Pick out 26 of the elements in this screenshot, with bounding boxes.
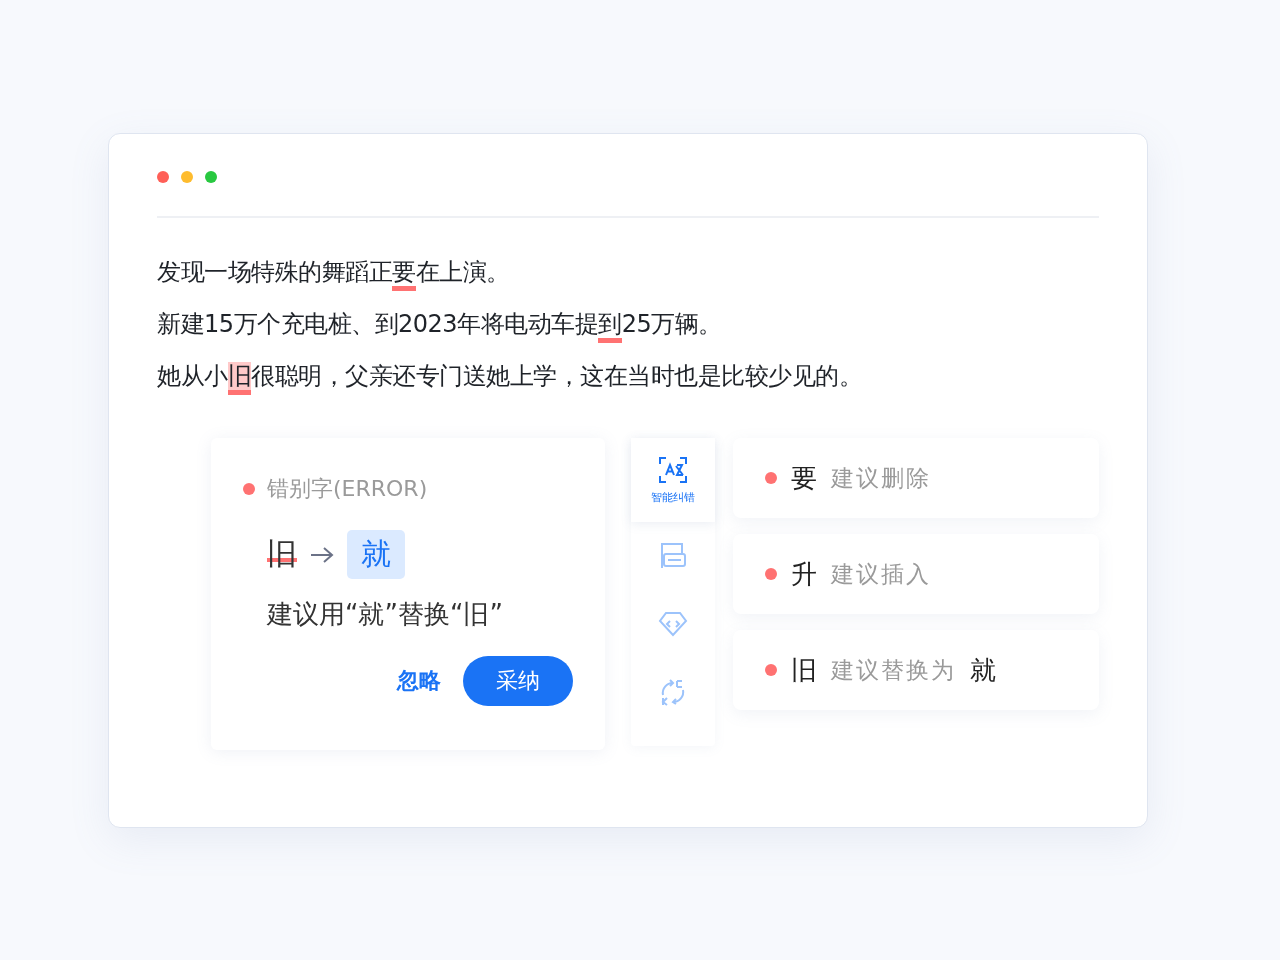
window-control-dot[interactable] — [157, 171, 169, 183]
flagged-word: 升 — [791, 557, 817, 591]
window-control-dot[interactable] — [181, 171, 193, 183]
accept-button[interactable]: 采纳 — [463, 656, 573, 706]
suggestion-action: 建议删除 — [831, 463, 931, 493]
suggestion-action: 建议插入 — [831, 559, 931, 589]
suggested-character: 就 — [347, 530, 405, 579]
error-type: 错别字(ERROR) — [267, 475, 428, 503]
sentence: 她从小旧很聪明，父亲还专门送她上学，这在当时也是比较少见的。 — [157, 350, 1099, 402]
scan-text-icon — [658, 455, 688, 484]
tool-tab[interactable]: 智能纠错 — [631, 438, 715, 522]
tag-icon — [658, 611, 688, 637]
document-icon — [659, 541, 687, 571]
explanation: 建议用“就”替换“旧” — [267, 598, 504, 631]
window-control-dot[interactable] — [205, 171, 217, 183]
flagged-word: 要 — [791, 461, 817, 495]
sentence: 发现一场特殊的舞蹈正要在上演。 — [157, 246, 1099, 298]
ignore-button[interactable]: 忽略 — [397, 666, 441, 696]
suggestion-card[interactable]: 要 建议删除 — [733, 438, 1099, 518]
flagged-word: 旧 — [791, 653, 817, 687]
suggestion-action: 建议替换为 — [831, 655, 956, 685]
sentence: 新建15万个充电桩、到2023年将电动车提到25万辆。 — [157, 298, 1099, 350]
suggestion-card[interactable]: 旧 建议替换为 就 — [733, 630, 1099, 710]
arrow-icon — [309, 544, 335, 565]
replacement-word: 就 — [970, 653, 996, 687]
suggestion-card[interactable]: 升 建议插入 — [733, 534, 1099, 614]
